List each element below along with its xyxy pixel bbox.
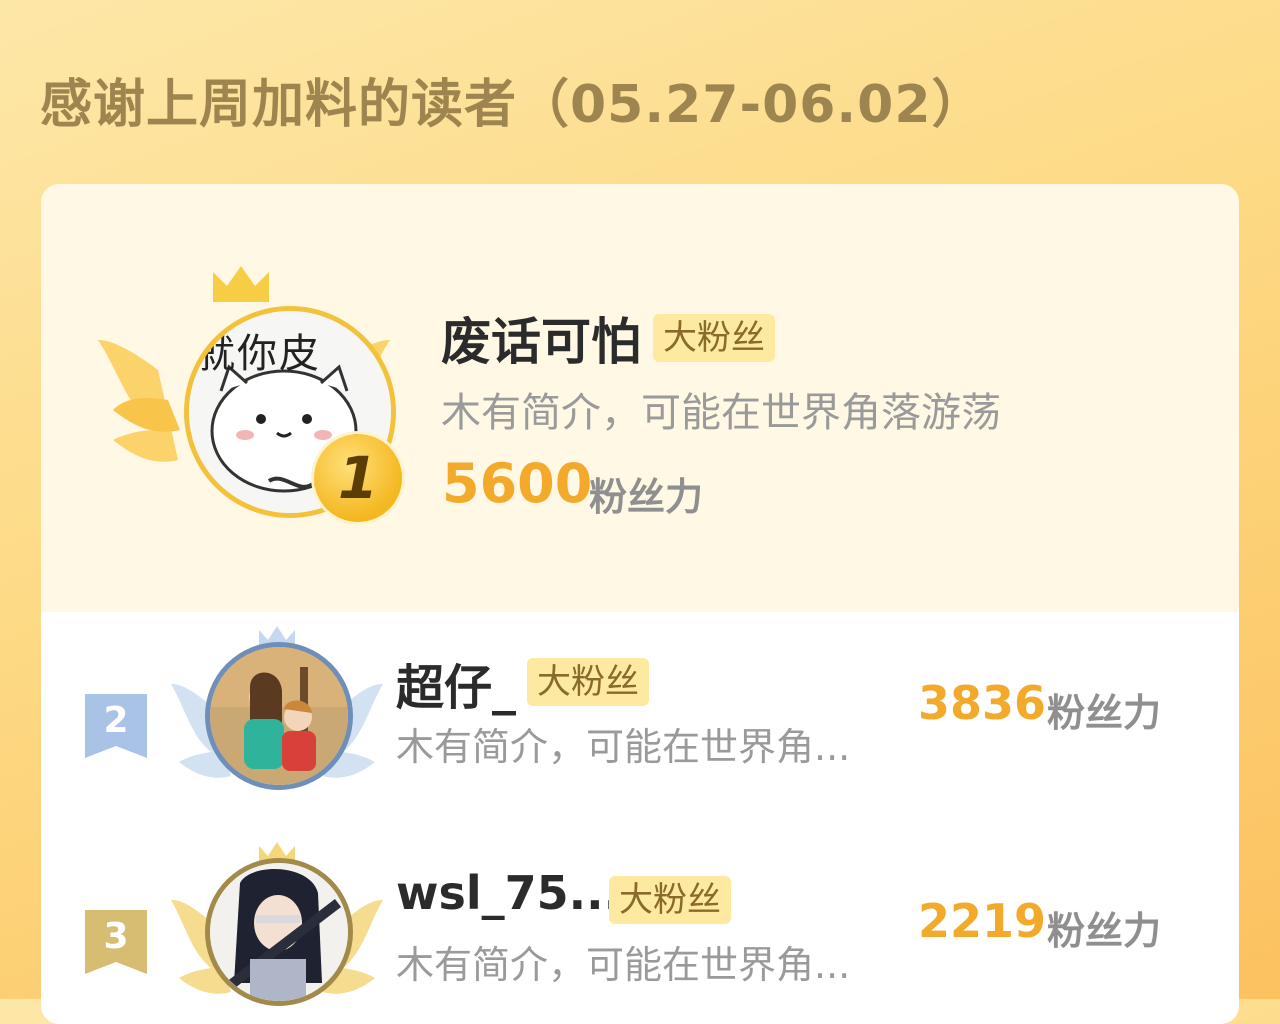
avatar-caption: 就你皮 [195, 331, 321, 377]
reader-3-avatar-frame [171, 842, 383, 1022]
fan-badge: 大粉丝 [527, 658, 649, 706]
page-title: 感谢上周加料的读者（05.27-06.02） [40, 75, 985, 135]
anime-swordsman-avatar-image [210, 863, 348, 1001]
reader-3-bio: 木有简介，可能在世界角... [396, 943, 851, 987]
rank-2-number: 2 [103, 700, 129, 741]
reader-row-3[interactable]: 3 wsl_75... 大粉丝 木有简介，可能在世界角... 2219 粉丝力 [41, 832, 1239, 1024]
top-reader-name[interactable]: 废话可怕 [441, 302, 641, 374]
rank-1-number: 1 [337, 444, 379, 512]
fan-badge: 大粉丝 [609, 876, 731, 924]
reader-ranking-card: 就你皮 1 废话可怕 大粉丝 木有简介，可能在世界角落游荡 5600 粉丝力 2 [41, 184, 1239, 1024]
reader-2-score: 3836 [918, 676, 1047, 730]
rank-3-number: 3 [103, 916, 129, 957]
reader-3-avatar[interactable] [205, 858, 353, 1006]
reader-2-avatar[interactable] [205, 642, 353, 790]
reader-2-avatar-frame [171, 626, 383, 806]
reader-2-name[interactable]: 超仔_ [396, 648, 516, 718]
score-unit: 粉丝力 [1047, 691, 1162, 735]
top-reader-section[interactable]: 就你皮 1 废话可怕 大粉丝 木有简介，可能在世界角落游荡 5600 粉丝力 [41, 184, 1239, 612]
rank-2-flag-icon: 2 [85, 694, 147, 758]
reader-3-name[interactable]: wsl_75... [396, 866, 621, 920]
reader-3-score: 2219 [918, 894, 1047, 948]
top-reader-avatar-frame: 就你皮 1 [98, 260, 402, 530]
fan-badge: 大粉丝 [653, 314, 775, 362]
reader-row-2[interactable]: 2 超仔_ 大粉丝 木有简介，可能在世界角... 3836 粉丝力 [41, 612, 1239, 832]
top-reader-score: 5600 [442, 452, 593, 515]
rank-1-medal-icon: 1 [314, 434, 402, 522]
score-unit: 粉丝力 [589, 475, 704, 519]
rank-3-flag-icon: 3 [85, 910, 147, 974]
score-unit: 粉丝力 [1047, 909, 1162, 953]
top-reader-bio: 木有简介，可能在世界角落游荡 [441, 390, 1001, 436]
illustrated-couple-avatar-image [210, 647, 348, 785]
reader-2-bio: 木有简介，可能在世界角... [396, 725, 851, 769]
